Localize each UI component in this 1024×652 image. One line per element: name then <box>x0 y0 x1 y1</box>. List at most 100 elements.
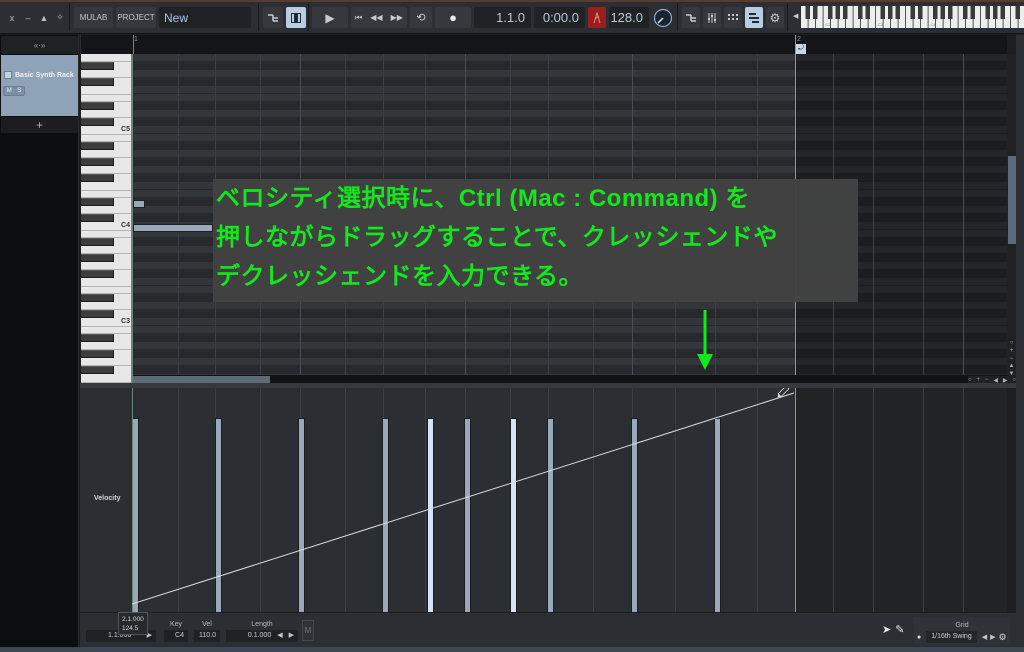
go-start-icon[interactable]: ⏮ <box>355 13 362 23</box>
mini-black-key[interactable] <box>963 6 968 19</box>
mute-button[interactable]: M <box>7 88 12 94</box>
black-key[interactable] <box>81 270 114 278</box>
scroll-up-icon[interactable]: ▲ <box>1009 363 1015 369</box>
black-key[interactable] <box>81 78 114 86</box>
black-key[interactable] <box>81 334 114 342</box>
minimize-icon[interactable]: – <box>20 7 36 28</box>
zoom-out-icon[interactable]: − <box>1010 356 1014 362</box>
length-value[interactable]: 0.1.000 <box>248 630 271 642</box>
vertical-scroll-thumb[interactable] <box>1008 156 1016 244</box>
metronome-button[interactable] <box>588 7 606 28</box>
mini-black-key[interactable] <box>805 6 811 19</box>
editor-view-button[interactable] <box>286 7 306 28</box>
mini-black-key[interactable] <box>970 6 976 19</box>
project-button[interactable]: PROJECT <box>116 7 156 28</box>
mini-black-key[interactable] <box>993 6 998 19</box>
note[interactable] <box>133 224 213 232</box>
velocity-bar[interactable] <box>382 418 389 612</box>
mini-black-key[interactable] <box>895 6 901 19</box>
mini-black-key[interactable] <box>918 6 923 19</box>
mini-black-key[interactable] <box>933 6 938 19</box>
add-track-button[interactable]: + <box>1 117 78 133</box>
black-key[interactable] <box>81 102 114 110</box>
grid-snap-toggle-icon[interactable]: ● <box>917 634 921 641</box>
track-item[interactable]: Basic Synth Rack M S <box>1 55 78 116</box>
velocity-bar[interactable] <box>510 418 517 612</box>
fast-forward-icon[interactable]: ▶▶ <box>391 13 403 22</box>
mini-keyboard[interactable]: ◀ C2 C3 C4 <box>792 6 1024 28</box>
mixer-button[interactable] <box>703 7 721 28</box>
black-key[interactable] <box>81 254 114 262</box>
position-display[interactable]: 1.1.0 <box>474 7 531 28</box>
piano-keyboard[interactable]: C5 C4 C3 <box>81 54 131 383</box>
velocity-field[interactable]: Vel 110.0 <box>194 619 220 643</box>
black-key[interactable] <box>81 310 114 318</box>
pointer-tool-icon[interactable]: ➤ <box>882 623 891 636</box>
mini-black-key[interactable] <box>1000 6 1006 19</box>
mini-black-key[interactable] <box>948 6 953 19</box>
settings-button[interactable]: ⚙ <box>766 7 784 28</box>
timeline-ruler[interactable]: 1 2 ⤾ <box>80 35 1007 54</box>
zoom-reset-icon[interactable]: ○ <box>1010 340 1014 346</box>
velocity-bar[interactable] <box>714 418 721 612</box>
grid-prev-icon[interactable]: ◀ <box>982 633 987 641</box>
length-field[interactable]: Length 0.1.000 ◀ ▶ <box>226 619 298 643</box>
note[interactable] <box>133 200 145 208</box>
velocity-bar[interactable] <box>298 418 305 612</box>
mini-black-key[interactable] <box>843 6 848 19</box>
mini-black-key[interactable] <box>910 6 916 19</box>
float-icon[interactable]: ✧ <box>52 7 68 28</box>
velocity-bar[interactable] <box>427 418 434 612</box>
key-field[interactable]: Key C4 <box>164 619 188 643</box>
black-key[interactable] <box>81 158 114 166</box>
mini-black-key[interactable] <box>828 6 833 19</box>
black-key[interactable] <box>81 366 114 374</box>
velocity-bar[interactable] <box>631 418 638 612</box>
keyboard-scroll-left-icon[interactable]: ◀ <box>793 12 798 20</box>
length-increase-icon[interactable]: ▶ <box>289 630 294 642</box>
collapse-button[interactable]: «·» <box>1 36 78 54</box>
black-key[interactable] <box>81 174 114 182</box>
close-icon[interactable]: x <box>4 7 20 28</box>
mini-black-key[interactable] <box>835 6 841 19</box>
black-key[interactable] <box>81 294 114 302</box>
velocity-bar[interactable] <box>547 418 554 612</box>
maximize-icon[interactable]: ▲ <box>36 7 52 28</box>
rack-button[interactable] <box>682 7 700 28</box>
black-key[interactable] <box>81 214 114 222</box>
black-key[interactable] <box>81 238 114 246</box>
grid-view-button[interactable] <box>724 7 742 28</box>
mulab-button[interactable]: MULAB <box>74 7 113 28</box>
editor-list-button[interactable] <box>745 7 763 28</box>
project-name-field[interactable]: New <box>159 7 251 28</box>
solo-button[interactable]: S <box>17 88 21 94</box>
velocity-value[interactable]: 110.0 <box>194 630 220 642</box>
length-decrease-icon[interactable]: ◀ <box>277 630 282 642</box>
mute-note-button[interactable]: M <box>302 620 314 641</box>
black-key[interactable] <box>81 62 114 70</box>
horizontal-scroll-thumb[interactable] <box>133 376 270 383</box>
velocity-bar[interactable] <box>215 418 222 612</box>
velocity-bar[interactable] <box>132 418 139 612</box>
tempo-display[interactable]: 128.0 <box>609 7 649 28</box>
rewind-icon[interactable]: ◀◀ <box>370 13 382 22</box>
velocity-lane[interactable] <box>132 388 1007 612</box>
zoom-in-icon[interactable]: + <box>1010 348 1014 354</box>
mini-black-key[interactable] <box>985 6 991 19</box>
black-key[interactable] <box>81 142 114 150</box>
key-value[interactable]: C4 <box>164 630 188 642</box>
black-key[interactable] <box>81 350 114 358</box>
record-button[interactable]: ● <box>435 7 471 28</box>
black-key[interactable] <box>81 198 114 206</box>
mini-black-key[interactable] <box>888 6 893 19</box>
mini-black-key[interactable] <box>813 6 818 19</box>
time-display[interactable]: 0:00.0 <box>534 7 585 28</box>
mini-black-key[interactable] <box>865 6 871 19</box>
grid-next-icon[interactable]: ▶ <box>990 633 995 641</box>
mini-black-key[interactable] <box>940 6 946 19</box>
grid-value[interactable]: 1/16th Swing <box>926 631 977 643</box>
black-key[interactable] <box>81 118 114 126</box>
velocity-bar[interactable] <box>464 418 471 612</box>
mini-black-key[interactable] <box>858 6 863 19</box>
mini-keyboard-keys[interactable]: C2 C3 C4 <box>801 6 1024 28</box>
